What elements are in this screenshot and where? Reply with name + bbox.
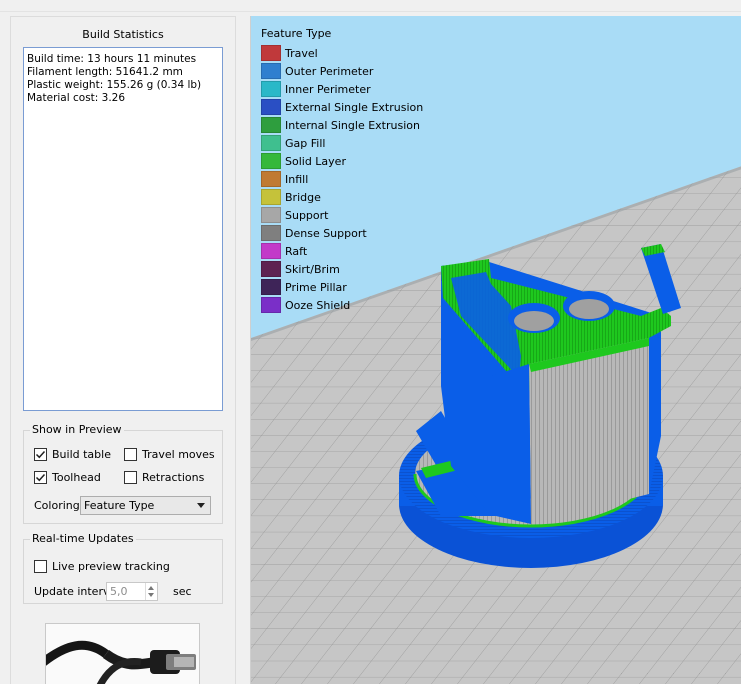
3d-preview-viewport[interactable]: Feature Type Travel Outer Perimeter Inner … (250, 16, 741, 684)
preview-sidebar: Build Statistics Build time: 13 hours 11… (10, 16, 236, 684)
legend-swatch (261, 45, 281, 61)
build-table-label: Build table (52, 448, 111, 461)
legend-label: Dense Support (285, 226, 367, 240)
stat-plastic-weight: Plastic weight: 155.26 g (0.34 lb) (27, 79, 202, 91)
legend-swatch (261, 63, 281, 79)
legend-swatch (261, 297, 281, 313)
retractions-checkbox[interactable]: Retractions (124, 471, 204, 484)
checkbox-checked-icon (34, 471, 47, 484)
legend-label: Support (285, 208, 329, 222)
spin-arrows-icon[interactable] (145, 583, 157, 600)
toolhead-label: Toolhead (52, 471, 101, 484)
legend-item: Solid Layer (261, 152, 423, 170)
checkbox-unchecked-icon (124, 448, 137, 461)
checkbox-unchecked-icon (34, 560, 47, 573)
legend-swatch (261, 279, 281, 295)
checkbox-checked-icon (34, 448, 47, 461)
retractions-label: Retractions (142, 471, 205, 484)
build-statistics-title: Build Statistics (82, 28, 164, 41)
legend-item: Ooze Shield (261, 296, 423, 314)
realtime-updates-group: Real-time Updates Live preview tracking … (23, 532, 223, 604)
legend-swatch (261, 261, 281, 277)
legend-item: Outer Perimeter (261, 62, 423, 80)
update-interval-spinbox[interactable]: 5,0 (106, 582, 158, 601)
legend-item: Raft (261, 242, 423, 260)
legend-label: Ooze Shield (285, 298, 351, 312)
legend-label: Prime Pillar (285, 280, 347, 294)
checkbox-unchecked-icon (124, 471, 137, 484)
live-preview-checkbox[interactable]: Live preview tracking (34, 560, 170, 573)
stat-material-cost: Material cost: 3.26 (27, 92, 126, 104)
window-top-strip (0, 0, 741, 12)
legend-item: Infill (261, 170, 423, 188)
legend-item: Prime Pillar (261, 278, 423, 296)
legend-label: Inner Perimeter (285, 82, 371, 96)
legend-swatch (261, 99, 281, 115)
legend-swatch (261, 243, 281, 259)
show-in-preview-title: Show in Preview (30, 423, 124, 436)
legend-item: Skirt/Brim (261, 260, 423, 278)
legend-label: Bridge (285, 190, 321, 204)
legend-title: Feature Type (261, 27, 332, 40)
legend-item: Internal Single Extrusion (261, 116, 423, 134)
feature-type-legend: Feature Type Travel Outer Perimeter Inner … (261, 27, 423, 314)
coloring-label: Coloring (34, 499, 80, 512)
legend-item: Gap Fill (261, 134, 423, 152)
legend-item: Support (261, 206, 423, 224)
show-in-preview-group: Show in Preview Build table Travel moves… (23, 423, 223, 524)
legend-swatch (261, 225, 281, 241)
travel-moves-checkbox[interactable]: Travel moves (124, 448, 215, 461)
legend-swatch (261, 189, 281, 205)
update-interval-value: 5,0 (110, 585, 128, 598)
build-statistics-box[interactable]: Build time: 13 hours 11 minutes Filament… (23, 47, 223, 411)
chevron-down-icon (197, 503, 205, 508)
usb-cable-icon (46, 624, 199, 684)
legend-label: Skirt/Brim (285, 262, 340, 276)
legend-label: Gap Fill (285, 136, 326, 150)
legend-item: Travel (261, 44, 423, 62)
legend-swatch (261, 171, 281, 187)
legend-label: Solid Layer (285, 154, 346, 168)
legend-swatch (261, 207, 281, 223)
legend-item: Inner Perimeter (261, 80, 423, 98)
legend-label: Travel (285, 46, 318, 60)
legend-swatch (261, 117, 281, 133)
legend-label: Internal Single Extrusion (285, 118, 420, 132)
legend-swatch (261, 135, 281, 151)
printer-thumbnail (45, 623, 200, 684)
build-table-checkbox[interactable]: Build table (34, 448, 111, 461)
legend-swatch (261, 81, 281, 97)
legend-label: Raft (285, 244, 308, 258)
legend-label: External Single Extrusion (285, 100, 424, 114)
coloring-select[interactable]: Feature Type (80, 496, 211, 515)
realtime-updates-title: Real-time Updates (30, 532, 136, 545)
legend-item: Dense Support (261, 224, 423, 242)
legend-swatch (261, 153, 281, 169)
stat-filament-length: Filament length: 51641.2 mm (27, 66, 183, 78)
live-preview-label: Live preview tracking (52, 560, 170, 573)
travel-moves-label: Travel moves (142, 448, 215, 461)
coloring-select-value: Feature Type (84, 499, 155, 512)
legend-label: Infill (285, 172, 309, 186)
legend-item: Bridge (261, 188, 423, 206)
toolhead-checkbox[interactable]: Toolhead (34, 471, 101, 484)
update-interval-unit: sec (173, 585, 192, 598)
legend-item: External Single Extrusion (261, 98, 423, 116)
stat-build-time: Build time: 13 hours 11 minutes (27, 53, 197, 65)
legend-label: Outer Perimeter (285, 64, 374, 78)
